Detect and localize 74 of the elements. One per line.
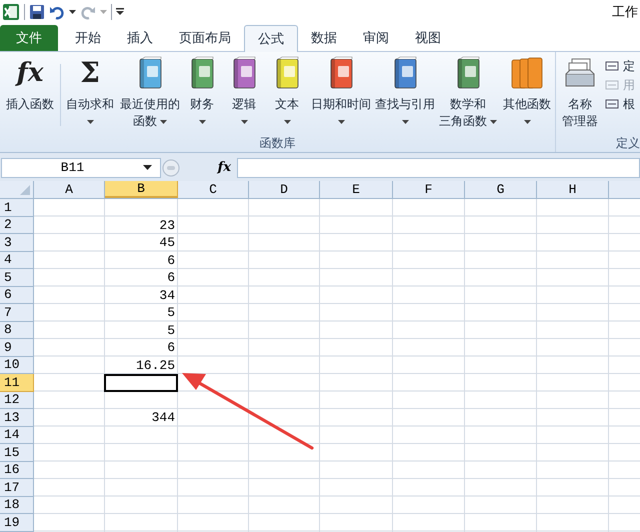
expand-handle-icon[interactable] <box>161 158 181 178</box>
formula-input-field[interactable] <box>237 158 640 178</box>
function-button[interactable]: 逻辑 <box>223 56 265 134</box>
ribbon-tab[interactable]: 公式 <box>244 25 298 52</box>
row-header[interactable]: 18 <box>0 496 34 514</box>
table-cell-text: 34 <box>158 286 176 304</box>
name-box[interactable]: B11 <box>1 158 161 178</box>
function-button[interactable]: fx 插入函数 <box>0 56 60 134</box>
name-tag-icon <box>604 79 620 91</box>
window-title: 工作 <box>612 3 638 22</box>
table-cell-text: 5 <box>166 304 176 322</box>
row-header[interactable]: 9 <box>0 339 34 356</box>
table-cell-text: 6 <box>166 269 176 286</box>
row-header[interactable]: 1 <box>0 199 34 216</box>
name-manager-button[interactable]: 名称 管理器 <box>556 56 604 134</box>
function-button[interactable]: 日期和时间 <box>309 56 373 134</box>
table-cell-text: 6 <box>166 252 176 269</box>
caret-icon[interactable] <box>69 10 76 14</box>
row-header[interactable]: 10 <box>0 356 34 374</box>
ribbon-tab[interactable]: 视图 <box>402 25 454 51</box>
function-button[interactable]: Σ 自动求和 <box>61 56 119 134</box>
column-header[interactable]: F <box>393 181 465 198</box>
row-header[interactable]: 14 <box>0 426 34 444</box>
ribbon-tab[interactable]: 页面布局 <box>166 25 244 51</box>
ribbon-tab[interactable]: 文件 <box>0 25 58 51</box>
row-header[interactable]: 2 <box>0 216 34 234</box>
column-header[interactable]: H <box>537 181 609 198</box>
function-button[interactable]: 其他函数 <box>499 56 555 134</box>
row-header[interactable]: 8 <box>0 322 34 339</box>
define-name-button[interactable]: 根 <box>604 96 635 112</box>
function-button[interactable]: 查找与引用 <box>373 56 437 134</box>
column-header[interactable]: B <box>105 181 178 198</box>
name-tag-icon <box>604 60 620 72</box>
insert-function-icon[interactable]: fx <box>218 158 231 178</box>
row-header[interactable]: 3 <box>0 234 34 252</box>
table-cell-text: 45 <box>158 234 176 252</box>
table-cell-text: 5 <box>166 322 176 339</box>
table-cell-text: 344 <box>150 409 176 426</box>
undo-icon[interactable] <box>49 4 65 20</box>
group-label: 定义 <box>616 135 640 152</box>
save-icon[interactable] <box>29 4 45 20</box>
column-header[interactable]: E <box>320 181 393 198</box>
table-cell-text: 23 <box>158 216 176 234</box>
table-cell-text: 16.25 <box>134 356 176 374</box>
function-button[interactable]: 最近使用的 函数 <box>119 56 181 134</box>
row-header[interactable]: 19 <box>0 514 34 532</box>
column-header[interactable]: D <box>249 181 320 198</box>
ribbon-tab[interactable]: 开始 <box>62 25 114 51</box>
sigma-icon: Σ <box>80 56 100 90</box>
define-name-button[interactable]: 定 <box>604 58 635 74</box>
ribbon-tab[interactable]: 数据 <box>298 25 350 51</box>
ribbon-tab[interactable]: 审阅 <box>350 25 402 51</box>
customize-caret-icon[interactable] <box>116 8 124 16</box>
group-label: 函数库 <box>260 135 296 152</box>
column-header[interactable]: G <box>465 181 537 198</box>
table-cell-text: 6 <box>166 339 176 356</box>
function-icon: fx <box>16 56 44 90</box>
name-tag-icon <box>604 98 620 110</box>
row-header[interactable]: 4 <box>0 252 34 269</box>
row-header[interactable]: 7 <box>0 304 34 322</box>
row-header[interactable]: 12 <box>0 392 34 409</box>
active-cell[interactable] <box>104 374 178 392</box>
column-header[interactable]: C <box>178 181 249 198</box>
function-button[interactable]: 数学和 三角函数 <box>437 56 499 134</box>
ribbon-tab[interactable]: 插入 <box>114 25 166 51</box>
row-header[interactable]: 11 <box>0 374 34 392</box>
function-button[interactable]: 财务 <box>181 56 223 134</box>
row-header[interactable]: 16 <box>0 462 34 479</box>
row-header[interactable]: 17 <box>0 479 34 496</box>
row-header[interactable]: 15 <box>0 444 34 462</box>
row-header[interactable]: 6 <box>0 286 34 304</box>
function-button[interactable]: 文本 <box>265 56 309 134</box>
row-header[interactable]: 5 <box>0 269 34 286</box>
row-header[interactable]: 13 <box>0 409 34 426</box>
